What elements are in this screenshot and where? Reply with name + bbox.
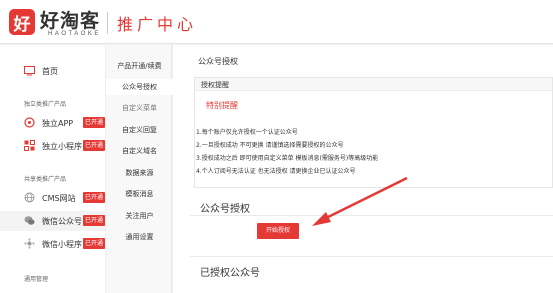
sidebar: 首页 独立类推广产品 独立APP 已开通 独立小程序 已开通 共享类推广产品 C…	[0, 45, 106, 293]
subnav-item-custom-menu[interactable]: 自定义菜单	[106, 100, 173, 116]
subnav-item-template-message[interactable]: 模板消息	[106, 186, 173, 202]
wechat-icon	[24, 215, 35, 226]
section-divider	[190, 256, 553, 257]
subnav-item-followers[interactable]: 关注用户	[106, 208, 173, 224]
mini-program-icon	[24, 238, 35, 249]
logo-icon[interactable]: 好	[9, 9, 35, 35]
sidebar-section-shared: 共享类推广产品	[24, 176, 67, 183]
sidebar-item-label: CMS网站	[42, 194, 76, 203]
notice-panel-header: 授权提醒	[195, 78, 552, 91]
header-divider	[107, 12, 108, 34]
subnav-item-data-source[interactable]: 数据来源	[106, 165, 173, 181]
section-divider	[190, 215, 553, 216]
subnav-item-product-renew[interactable]: 产品开通/续费	[106, 58, 173, 74]
authorized-section-title: 已授权公众号	[200, 268, 260, 279]
sidebar-item-independent-app[interactable]: 独立APP 已开通	[0, 113, 106, 133]
sidebar-item-label: 微信公众号	[42, 217, 82, 226]
sidebar-item-cms-site[interactable]: CMS网站 已开通	[0, 188, 106, 208]
top-header: 好 好淘客 HAOTAOKE 推广中心	[0, 0, 553, 44]
globe-icon	[24, 192, 35, 203]
sidebar-section-general: 通用管理	[24, 276, 49, 283]
notice-panel: 授权提醒 特别提醒 1.每个账户仅允许授权一个认证公众号 2.一旦授权成功 不可…	[194, 77, 553, 188]
sidebar-item-independent-mini[interactable]: 独立小程序 已开通	[0, 136, 106, 156]
sidebar-item-label: 微信小程序	[42, 240, 82, 249]
notice-rule: 2.一旦授权成功 不可更换 请谨慎选择需要授权的公众号	[196, 142, 344, 149]
sidebar-item-wechat-mini[interactable]: 微信小程序 已开通	[0, 234, 106, 254]
page-title: 公众号授权	[198, 57, 238, 66]
secondary-nav: 产品开通/续费 公众号授权 自定义菜单 自定义回复 自定义域名 数据来源 模板消…	[105, 45, 173, 293]
status-badge: 已开通	[83, 215, 106, 226]
sidebar-item-label: 独立APP	[42, 119, 74, 128]
notice-rule: 3.授权成功之后 即可使用自定义菜单 模板消息(需服务号)等高级功能	[196, 155, 379, 162]
app-icon	[24, 117, 35, 128]
status-badge: 已开通	[83, 140, 106, 151]
subnav-item-custom-domain[interactable]: 自定义域名	[106, 143, 173, 159]
status-badge: 已开通	[83, 117, 106, 128]
status-badge: 已开通	[83, 192, 106, 203]
logo-name[interactable]: 好淘客	[40, 6, 100, 33]
subnav-item-general-settings[interactable]: 通用设置	[106, 229, 173, 245]
sidebar-section-independent: 独立类推广产品	[24, 101, 67, 108]
auth-section-title: 公众号授权	[200, 204, 250, 215]
sidebar-item-label: 独立小程序	[42, 142, 82, 151]
status-badge: 已开通	[83, 238, 106, 249]
notice-title: 特别提醒	[206, 101, 238, 110]
main-content: 公众号授权 授权提醒 特别提醒 1.每个账户仅允许授权一个认证公众号 2.一旦授…	[173, 45, 553, 293]
notice-panel-header-label: 授权提醒	[201, 81, 229, 89]
mini-program-icon	[24, 140, 35, 151]
sidebar-item-label: 首页	[42, 67, 58, 76]
logo-subtitle: HAOTAOKE	[48, 31, 101, 37]
page-header-title: 推广中心	[117, 15, 198, 34]
monitor-icon	[24, 65, 35, 76]
notice-rule: 1.每个账户仅允许授权一个认证公众号	[196, 129, 298, 136]
subnav-item-custom-reply[interactable]: 自定义回复	[106, 122, 173, 138]
sidebar-item-wechat-official[interactable]: 微信公众号 已开通	[0, 211, 106, 231]
sidebar-item-home[interactable]: 首页	[0, 61, 105, 81]
notice-rule: 4.个人订阅号无法认证 也无法授权 请更换企业已认证公众号	[196, 168, 356, 175]
start-auth-button[interactable]: 开始授权	[257, 223, 299, 239]
subnav-item-official-auth[interactable]: 公众号授权	[106, 79, 173, 95]
